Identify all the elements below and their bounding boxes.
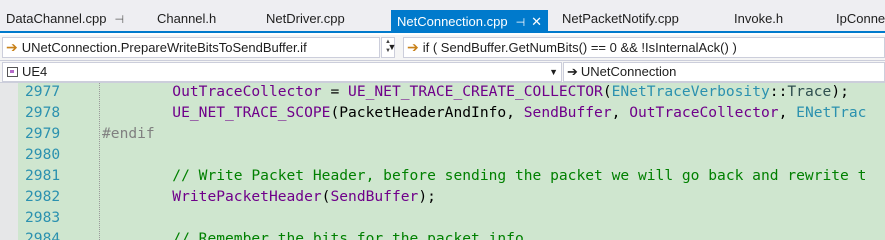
- code-token: ::: [769, 83, 788, 100]
- tab-label: NetConnection.cpp: [397, 14, 508, 29]
- tab-label: Invoke.h: [734, 11, 784, 26]
- code-token: // Write Packet Header, before sending t…: [172, 167, 867, 184]
- code-text: // Write Packet Header, before sending t…: [102, 165, 866, 186]
- code-token: =: [321, 83, 349, 100]
- code-token: Trace: [787, 83, 832, 100]
- close-icon[interactable]: ✕: [531, 14, 542, 29]
- code-text: OutTraceCollector = UE_NET_TRACE_CREATE_…: [102, 83, 849, 102]
- code-text: WritePacketHeader(SendBuffer);: [102, 186, 436, 207]
- line-number: 2979: [25, 125, 61, 142]
- code-token: OutTraceCollector: [172, 83, 322, 100]
- line-number: 2980: [25, 146, 61, 163]
- code-token: // Remember the bits for the packet info: [172, 230, 524, 240]
- code-token: UE_NET_TRACE_CREATE_COLLECTOR: [348, 83, 603, 100]
- line-number: 2984: [25, 230, 61, 240]
- tab-label: DataChannel.cpp: [6, 11, 107, 26]
- navigation-bar: ➔ UNetConnection.PrepareWriteBitsToSendBu…: [0, 35, 885, 61]
- code-line[interactable]: 2978 UE_NET_TRACE_SCOPE(PacketHeaderAndI…: [0, 102, 885, 123]
- member-dropdown[interactable]: ➔ if ( SendBuffer.GetNumBits() == 0 && !I…: [403, 37, 885, 58]
- project-icon: [7, 67, 18, 77]
- code-token: OutTraceCollector: [629, 104, 779, 121]
- code-token: );: [831, 83, 849, 100]
- project-navigation-bar: UE4 ▼ ➔ UNetConnection: [0, 61, 885, 83]
- tab-ipconnection[interactable]: IpConne: [836, 6, 885, 31]
- line-number: 2978: [25, 104, 61, 121]
- line-number: 2983: [25, 209, 61, 226]
- chevron-down-icon[interactable]: ▼: [385, 37, 399, 58]
- arrow-right-icon: ➔: [407, 39, 419, 55]
- pin-icon[interactable]: ⊣: [114, 14, 124, 26]
- project-dropdown[interactable]: UE4 ▼: [2, 62, 562, 82]
- line-number: 2982: [25, 188, 61, 205]
- code-line[interactable]: 2980: [0, 144, 885, 165]
- tab-datachannel-cpp[interactable]: DataChannel.cpp ⊣: [6, 6, 124, 31]
- code-token: SendBuffer: [330, 188, 419, 205]
- chevron-down-icon[interactable]: ▼: [549, 63, 558, 81]
- arrow-right-icon: ➔: [6, 39, 18, 55]
- pin-icon[interactable]: ⊣: [516, 17, 526, 29]
- code-text: #endif: [102, 123, 155, 144]
- code-token: WritePacketHeader: [172, 188, 322, 205]
- line-number: 2981: [25, 167, 61, 184]
- code-line[interactable]: 2977 OutTraceCollector = UE_NET_TRACE_CR…: [0, 83, 885, 102]
- code-token: ENetTrac: [796, 104, 867, 121]
- member-dropdown-value: if ( SendBuffer.GetNumBits() == 0 && !Is…: [422, 40, 737, 55]
- tab-netpacketnotify-cpp[interactable]: NetPacketNotify.cpp: [562, 6, 679, 31]
- code-line[interactable]: 2983: [0, 207, 885, 228]
- class-dropdown[interactable]: ➔ UNetConnection: [563, 62, 885, 82]
- code-line[interactable]: 2981 // Write Packet Header, before send…: [0, 165, 885, 186]
- scope-dropdown-value: UNetConnection.PrepareWriteBitsToSendBuf…: [21, 40, 307, 55]
- code-token: SendBuffer: [523, 104, 612, 121]
- code-text: // Remember the bits for the packet info: [102, 228, 524, 240]
- code-editor[interactable]: 2977 OutTraceCollector = UE_NET_TRACE_CR…: [0, 83, 885, 240]
- code-token: (PacketHeaderAndInfo,: [330, 104, 524, 121]
- tab-netconnection-cpp[interactable]: NetConnection.cpp ⊣ ✕: [391, 10, 549, 31]
- code-token: #endif: [102, 125, 155, 142]
- code-line[interactable]: 2984 // Remember the bits for the packet…: [0, 228, 885, 240]
- class-dropdown-value: UNetConnection: [580, 64, 677, 79]
- code-line[interactable]: 2979 #endif: [0, 123, 885, 144]
- code-line[interactable]: 2982 WritePacketHeader(SendBuffer);: [0, 186, 885, 207]
- tab-label: Channel.h: [157, 11, 217, 26]
- code-token: ,: [778, 104, 797, 121]
- scope-dropdown[interactable]: ➔ UNetConnection.PrepareWriteBitsToSendBu…: [2, 37, 380, 58]
- tab-label: NetDriver.cpp: [266, 11, 345, 26]
- tab-invoke-h[interactable]: Invoke.h: [734, 6, 784, 31]
- tab-label: NetPacketNotify.cpp: [562, 11, 679, 26]
- arrow-right-icon: ➔: [567, 64, 578, 79]
- code-token: );: [418, 188, 436, 205]
- code-token: ENetTraceVerbosity: [611, 83, 770, 100]
- code-token: (: [602, 83, 612, 100]
- project-dropdown-value: UE4: [22, 64, 48, 79]
- tab-channel-h[interactable]: Channel.h: [157, 6, 217, 31]
- code-text: UE_NET_TRACE_SCOPE(PacketHeaderAndInfo, …: [102, 102, 866, 123]
- line-number: 2977: [25, 83, 61, 100]
- code-token: ,: [611, 104, 630, 121]
- tab-label: IpConne: [836, 11, 885, 26]
- tab-netdriver-cpp[interactable]: NetDriver.cpp: [266, 6, 345, 31]
- code-token: UE_NET_TRACE_SCOPE: [172, 104, 331, 121]
- document-tab-bar: DataChannel.cpp ⊣ Channel.h NetDriver.cpp…: [0, 0, 885, 33]
